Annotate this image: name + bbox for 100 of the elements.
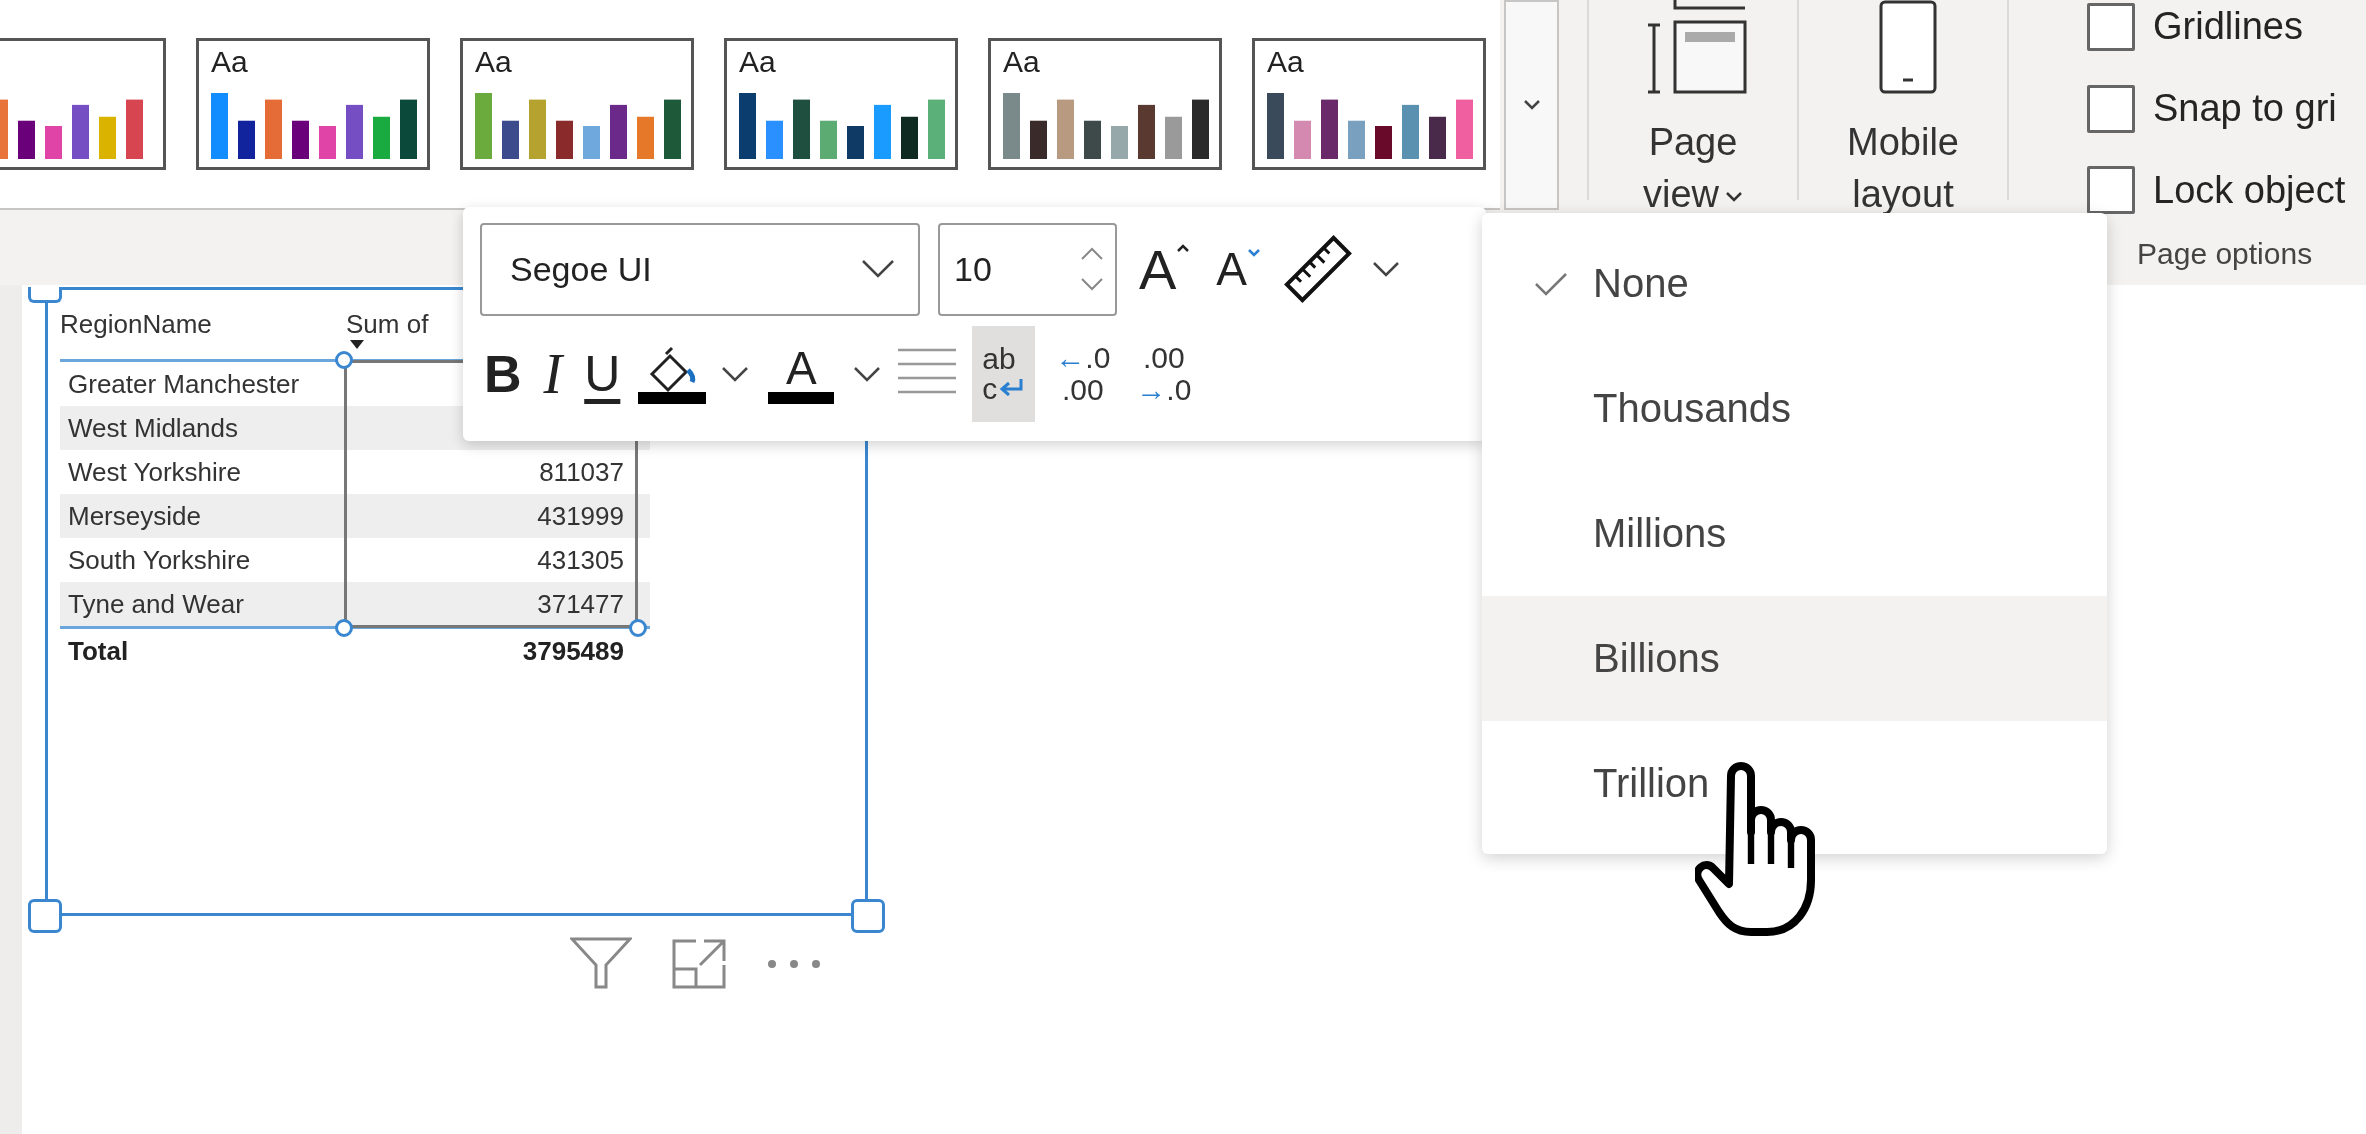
color-bar: [1111, 126, 1128, 159]
color-bar: [1138, 104, 1155, 159]
underline-button[interactable]: U: [580, 345, 625, 403]
theme-swatch[interactable]: Aa: [460, 38, 694, 170]
color-bar: [1321, 99, 1338, 159]
color-bar: [1165, 116, 1182, 159]
color-bar: [556, 120, 573, 159]
table-cell-text: Tyne and Wear: [67, 588, 245, 620]
increase-font-button[interactable]: A: [1135, 236, 1195, 302]
filter-icon[interactable]: [570, 937, 632, 991]
color-bar: [1267, 93, 1284, 159]
chevron-icon[interactable]: [720, 364, 751, 384]
caret-down-icon: [1247, 248, 1262, 258]
font-color-button[interactable]: A: [764, 344, 839, 404]
color-bar: [99, 116, 116, 159]
color-bar: [1348, 120, 1365, 159]
color-bar: [1003, 93, 1020, 159]
color-bar: [292, 120, 309, 159]
decrease-font-button[interactable]: A: [1212, 242, 1266, 296]
color-bar: [1294, 120, 1311, 159]
decimal-places-button[interactable]: ←.0 .00: [1049, 342, 1117, 406]
theme-label: Aa: [211, 45, 248, 79]
checkbox-label[interactable]: Gridlines: [2153, 5, 2303, 49]
selection-handle[interactable]: [629, 619, 647, 637]
caret-up-icon: [1176, 242, 1191, 253]
color-bar: [18, 120, 35, 159]
checkbox-label[interactable]: Lock object: [2153, 168, 2346, 212]
table-cell-text: West Midlands: [67, 412, 240, 444]
color-bar: [793, 99, 810, 159]
group-label: Page options: [2136, 236, 2313, 271]
column-header[interactable]: Sum of: [346, 308, 429, 340]
color-bar: [238, 120, 255, 159]
theme-swatch[interactable]: Aa: [988, 38, 1222, 170]
table-cell-text: Greater Manchester: [67, 368, 301, 400]
selection-handle[interactable]: [335, 619, 353, 637]
chevron-icon[interactable]: [852, 364, 883, 384]
decimal-places-button[interactable]: .00 →.0: [1130, 342, 1198, 406]
selection-handle[interactable]: [335, 351, 353, 369]
table-cell-text: 431999: [536, 500, 625, 532]
color-bar: [637, 116, 654, 159]
color-bar: [1084, 120, 1101, 159]
color-bar: [400, 99, 417, 159]
color-bar: [1375, 126, 1392, 159]
color-bar: [583, 126, 600, 159]
menu-item[interactable]: None: [1482, 221, 2107, 346]
table-cell-text: West Yorkshire: [67, 456, 242, 488]
bold-button[interactable]: B: [480, 344, 526, 404]
chevron-icon: [860, 258, 896, 280]
checkbox[interactable]: [2087, 84, 2135, 133]
total-label: Total: [67, 635, 130, 667]
theme-label: Aa: [1267, 45, 1304, 79]
font-dropdown[interactable]: Segoe UI: [480, 222, 920, 316]
menu-item[interactable]: Billions: [1482, 596, 2107, 721]
theme-swatch[interactable]: Aa: [1252, 38, 1486, 170]
ruler-icon[interactable]: [1283, 234, 1354, 304]
color-bar: [610, 104, 627, 159]
resize-handle[interactable]: [28, 899, 62, 933]
table-cell-text: 811037: [538, 456, 625, 488]
focus-mode-icon[interactable]: [672, 939, 726, 989]
resize-handle[interactable]: [851, 899, 885, 933]
color-bar: [211, 93, 228, 159]
checkbox[interactable]: [2087, 166, 2135, 215]
checkbox-label[interactable]: Snap to gri: [2153, 87, 2337, 130]
mobile-button[interactable]: Mobile layout: [1817, 0, 1989, 220]
font-size-field[interactable]: 10: [938, 222, 1117, 316]
sort-arrow-icon: [350, 339, 364, 349]
page-view-button[interactable]: Page view: [1607, 0, 1779, 220]
color-bar: [319, 126, 336, 159]
theme-swatch[interactable]: Aa: [724, 38, 958, 170]
chevron-icon: [1522, 99, 1541, 111]
fill-color-icon[interactable]: [638, 344, 707, 404]
color-bar: [45, 126, 62, 159]
table-cell-text: 431305: [536, 544, 625, 576]
color-bar: [529, 99, 546, 159]
wrap-text-button[interactable]: ab c: [972, 326, 1036, 422]
color-bar: [766, 120, 783, 159]
chevron-icon: [1725, 190, 1743, 203]
checkbox[interactable]: [2087, 2, 2135, 51]
theme-label: Aa: [739, 45, 776, 79]
return-arrow-icon: [997, 379, 1026, 399]
table-cell-text: Merseyside: [67, 500, 202, 532]
menu-item[interactable]: Trillion: [1482, 721, 2107, 846]
italic-button[interactable]: I: [539, 342, 567, 406]
color-bar: [820, 120, 837, 159]
color-bar: [373, 116, 390, 159]
total-value: 3795489: [521, 635, 625, 667]
menu-item[interactable]: Millions: [1482, 471, 2107, 596]
theme-label: Aa: [475, 45, 512, 79]
column-header[interactable]: RegionName: [60, 309, 346, 340]
theme-swatch[interactable]: [0, 38, 166, 170]
color-bar: [901, 116, 918, 159]
color-bar: [502, 120, 519, 159]
color-bar: [928, 99, 945, 159]
table-cell-text: South Yorkshire: [67, 544, 252, 576]
color-bar: [346, 104, 363, 159]
chevron-icon[interactable]: [1371, 259, 1402, 279]
menu-item[interactable]: Thousands: [1482, 346, 2107, 471]
resize-handle[interactable]: [28, 287, 62, 303]
more-options-icon[interactable]: [766, 958, 822, 970]
theme-swatch[interactable]: Aa: [196, 38, 430, 170]
